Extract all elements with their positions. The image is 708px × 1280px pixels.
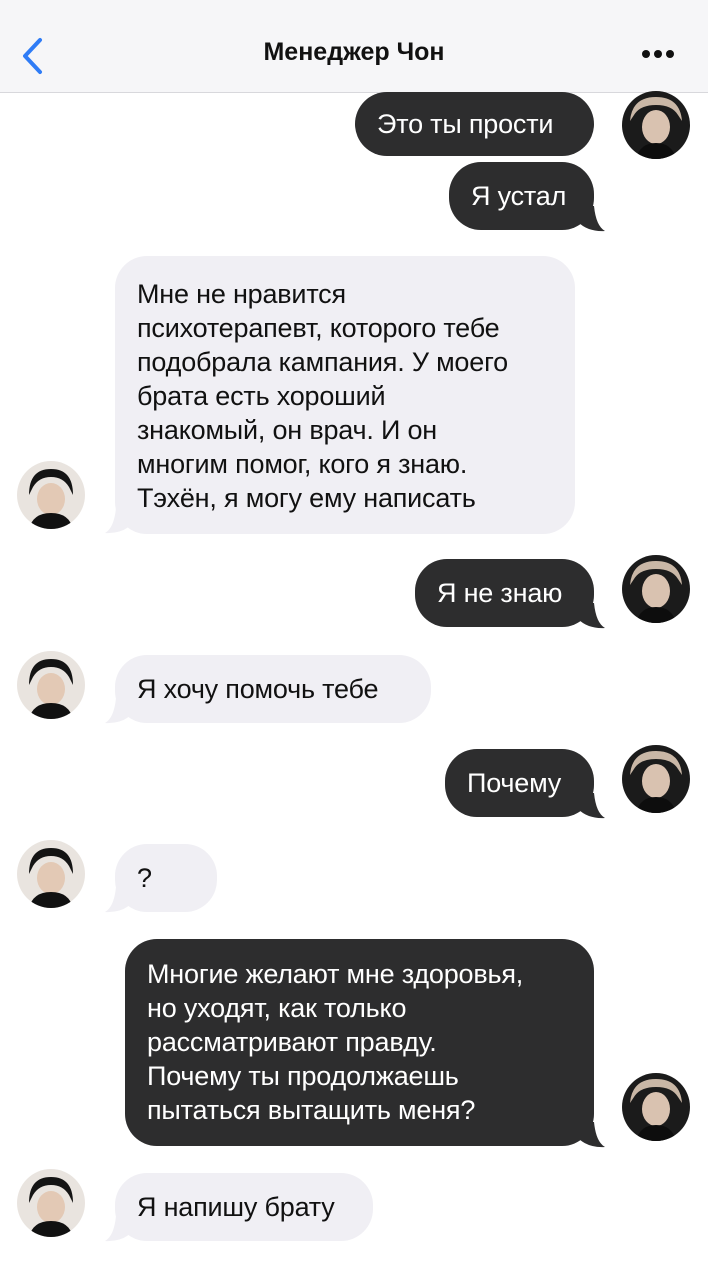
chat-header: Менеджер Чон — [0, 0, 708, 93]
bubble-tail — [578, 793, 605, 819]
outgoing-message[interactable]: Я не знаю — [415, 559, 594, 627]
contact-avatar-taehyung — [622, 91, 690, 159]
outgoing-message[interactable]: Многие желают мне здоровья, но уходят, к… — [125, 939, 594, 1146]
contact-avatar-taehyung — [622, 1073, 690, 1141]
chat-title: Менеджер Чон — [263, 38, 445, 66]
outgoing-message[interactable]: Почему — [445, 749, 594, 817]
contact-avatar-manager — [17, 461, 85, 529]
bubble-tail — [578, 1122, 605, 1148]
contact-avatar-manager — [17, 1169, 85, 1237]
bubble-tail — [105, 698, 132, 724]
outgoing-message[interactable]: Я устал — [449, 162, 594, 230]
more-dots-icon — [642, 50, 674, 58]
bubble-tail — [578, 603, 605, 629]
outgoing-message[interactable]: Это ты прости — [355, 92, 594, 156]
bubble-tail — [105, 887, 132, 913]
contact-avatar-taehyung — [622, 745, 690, 813]
bubble-tail — [578, 206, 605, 232]
contact-avatar-taehyung — [622, 555, 690, 623]
incoming-message[interactable]: Мне не нравится психотерапевт, которого … — [115, 256, 575, 534]
contact-avatar-manager — [17, 651, 85, 719]
bubble-tail — [105, 508, 132, 534]
more-button[interactable] — [640, 42, 680, 66]
incoming-message[interactable]: Я хочу помочь тебе — [115, 655, 431, 723]
contact-avatar-manager — [17, 840, 85, 908]
incoming-message[interactable]: Я напишу брату — [115, 1173, 373, 1241]
bubble-tail — [105, 1216, 132, 1242]
